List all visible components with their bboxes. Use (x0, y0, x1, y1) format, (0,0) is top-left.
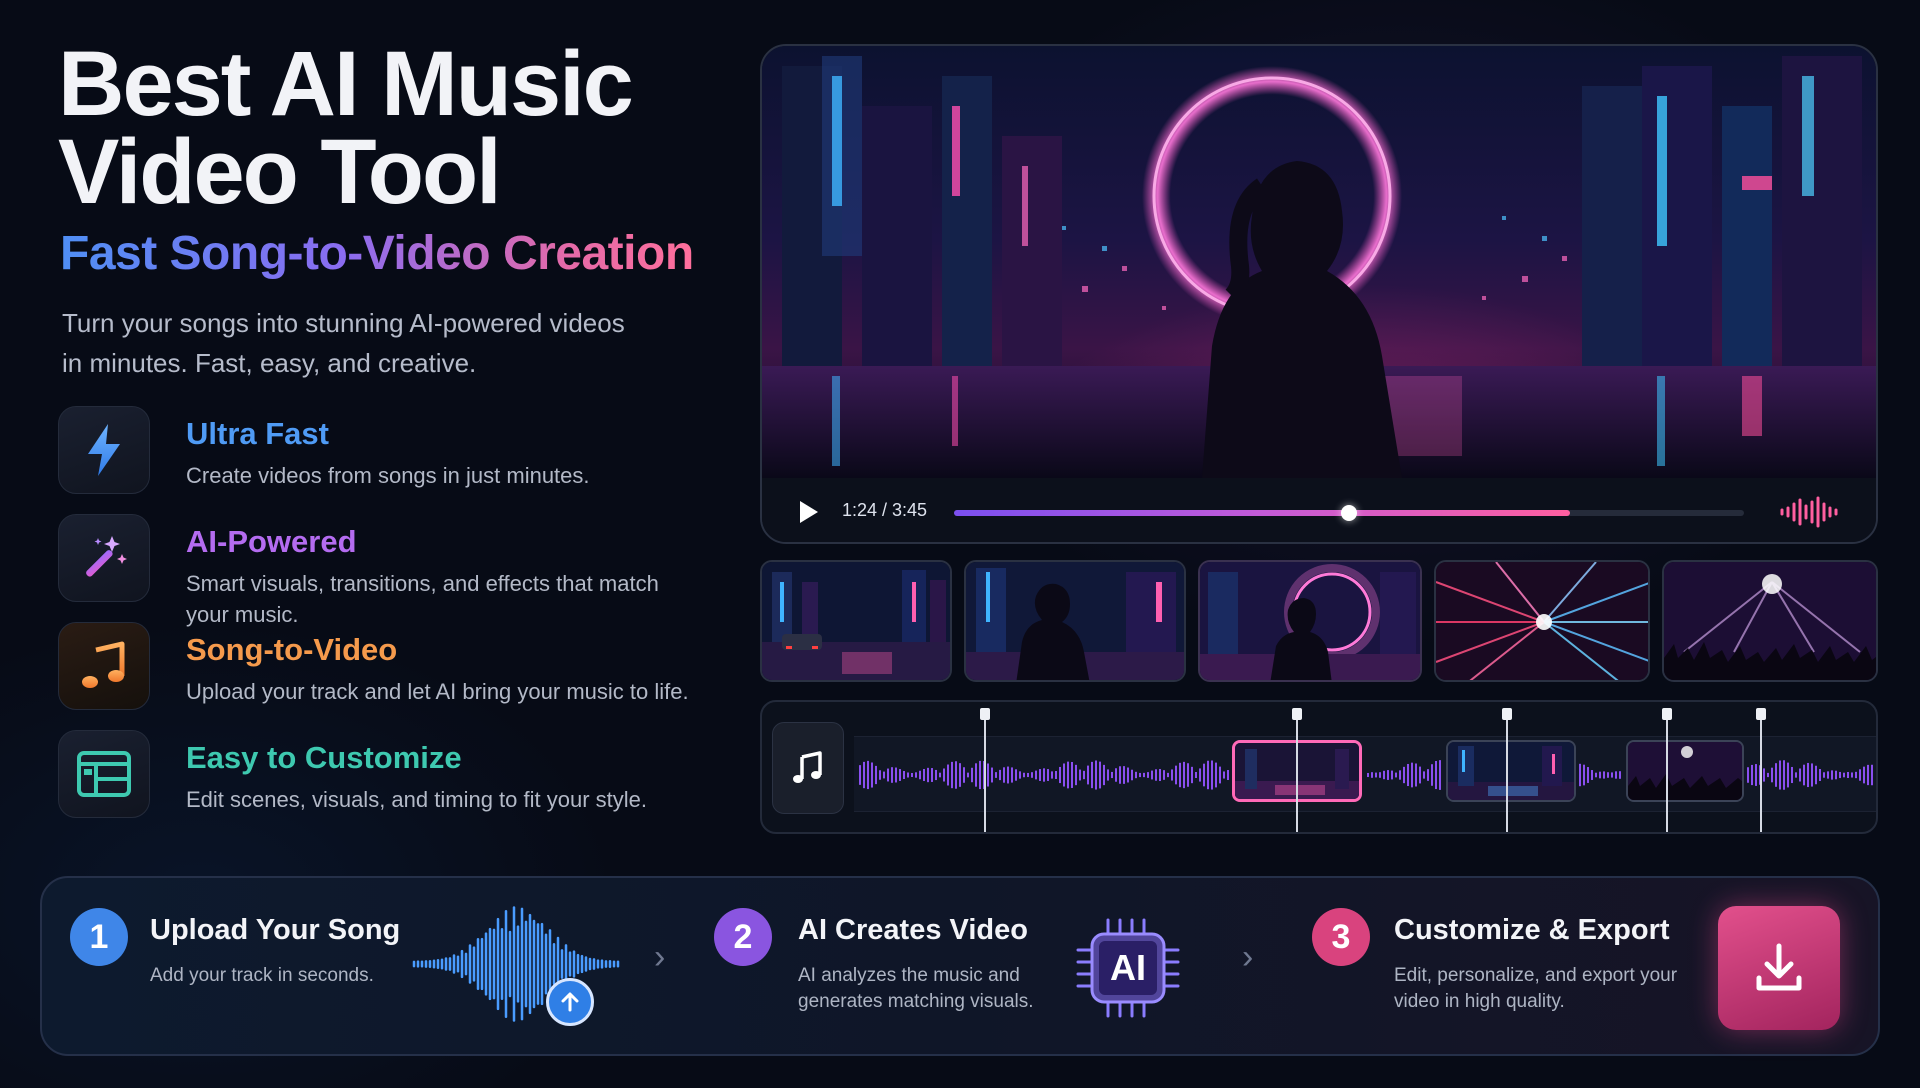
timeline-editor[interactable] (760, 700, 1878, 834)
time-display: 1:24 / 3:45 (842, 500, 928, 520)
video-player[interactable]: 1:24 / 3:45 (760, 44, 1878, 544)
page-title: Best AI Music Video Tool (58, 33, 758, 223)
scene-thumbnail[interactable] (1198, 560, 1422, 682)
feature-desc: Smart visuals, transitions, and effects … (186, 571, 659, 627)
layout-icon (58, 730, 150, 818)
step-title-customize: Customize & Export (1394, 914, 1670, 946)
step-number-1: 1 (70, 908, 128, 966)
music-note-icon (793, 751, 822, 783)
step-title-upload: Upload Your Song (150, 914, 401, 946)
ai-chip-label: AI (1110, 947, 1146, 988)
play-icon (800, 501, 818, 523)
timeline-marker[interactable] (1756, 708, 1766, 832)
scene-thumbnail[interactable] (760, 560, 952, 682)
step-desc-customize: Edit, personalize, and export your video… (1394, 965, 1678, 1012)
page-subtitle: Fast Song-to-Video Creation (60, 227, 694, 280)
step-number-3: 3 (1312, 908, 1370, 966)
timeline-marker-handle (1756, 708, 1766, 720)
upload-button[interactable] (546, 978, 594, 1026)
magic-wand-icon (58, 514, 150, 602)
timeline-clip[interactable] (1626, 740, 1744, 802)
lightning-icon (58, 406, 150, 494)
timeline-marker[interactable] (1662, 708, 1672, 832)
step-desc-upload: Add your track in seconds. (150, 965, 374, 986)
export-download-button[interactable] (1718, 906, 1840, 1030)
page-description: Turn your songs into stunning AI-powered… (62, 303, 682, 383)
feature-title: Ultra Fast (186, 416, 329, 451)
video-preview[interactable] (762, 46, 1876, 478)
timeline-marker[interactable] (1502, 708, 1512, 832)
step-number-2: 2 (714, 908, 772, 966)
page-title-line-1: Best AI Music (58, 33, 634, 135)
scene-thumbnail[interactable] (1662, 560, 1878, 682)
player-controls: 1:24 / 3:45 (762, 478, 1876, 542)
timeline-marker-handle (1662, 708, 1672, 720)
scene-thumbnail[interactable] (1434, 560, 1650, 682)
step-desc-ai-creates: AI analyzes the music and generates matc… (798, 965, 1034, 1012)
chevron-right-icon: › (1242, 938, 1254, 976)
timeline-marker[interactable] (1292, 708, 1302, 832)
feature-desc: Edit scenes, visuals, and timing to fit … (186, 787, 647, 812)
timeline-marker-handle (1502, 708, 1512, 720)
timeline-marker[interactable] (980, 708, 990, 832)
steps-bar: 1 Upload Your Song Add your track in sec… (40, 876, 1880, 1056)
page-title-line-2: Video Tool (58, 121, 502, 223)
audio-waveform-icon[interactable] (1778, 496, 1842, 528)
music-track-button[interactable] (772, 722, 844, 814)
feature-title: Song-to-Video (186, 632, 398, 667)
feature-desc: Create videos from songs in just minutes… (186, 463, 590, 488)
play-button[interactable] (794, 498, 822, 526)
progress-bar[interactable] (954, 505, 1744, 521)
chevron-right-icon: › (654, 938, 666, 976)
arrow-up-icon (561, 992, 579, 1012)
download-icon (1756, 943, 1802, 991)
feature-title: AI-Powered (186, 524, 357, 559)
progress-knob[interactable] (1341, 505, 1357, 521)
music-note-icon (58, 622, 150, 710)
timeline-marker-handle (980, 708, 990, 720)
scene-thumbnail[interactable] (964, 560, 1186, 682)
page-description-line-2: in minutes. Fast, easy, and creative. (62, 348, 477, 378)
feature-title: Easy to Customize (186, 740, 462, 775)
timeline-marker-handle (1292, 708, 1302, 720)
ai-chip-icon: AI (1072, 914, 1184, 1022)
timeline-clip[interactable] (1446, 740, 1576, 802)
page-description-line-1: Turn your songs into stunning AI-powered… (62, 308, 625, 338)
feature-desc: Upload your track and let AI bring your … (186, 679, 689, 704)
step-title-ai-creates: AI Creates Video (798, 914, 1028, 946)
progress-fill (954, 510, 1571, 516)
